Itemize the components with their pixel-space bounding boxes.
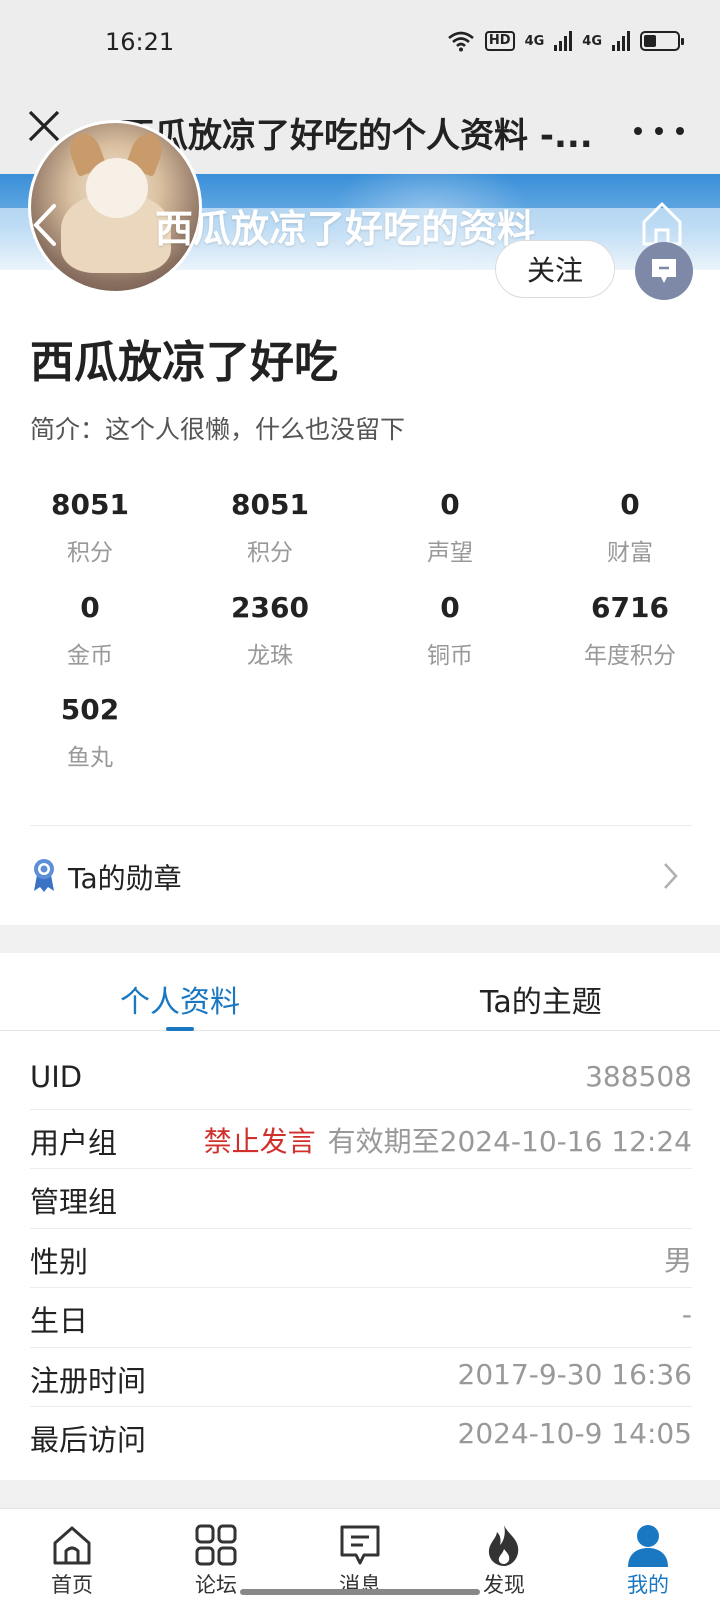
section-gap	[0, 1480, 720, 1508]
status-time: 16:21	[105, 28, 175, 56]
info-row-gender: 性别 男	[30, 1229, 692, 1288]
stat-item: 6716 年度积分	[540, 588, 720, 670]
message-icon	[340, 1525, 380, 1565]
tab-user-topics[interactable]: Ta的主题	[480, 977, 602, 1021]
bottom-nav: 首页 论坛 消息 发现 我的	[0, 1508, 720, 1600]
dot-icon	[634, 127, 642, 135]
hd-badge: HD	[484, 31, 515, 51]
medal-icon	[34, 859, 54, 892]
info-value: 男	[663, 1243, 692, 1277]
wifi-icon	[448, 31, 474, 52]
home-icon	[53, 1526, 91, 1565]
stat-label: 积分	[67, 540, 113, 566]
info-row-user-group: 用户组 禁止发言 有效期至2024-10-16 12:24	[30, 1110, 692, 1169]
home-indicator[interactable]	[240, 1589, 480, 1595]
stat-label: 金币	[67, 643, 113, 669]
stat-item: 8051 积分	[180, 485, 360, 567]
nav-label: 我的	[627, 1573, 669, 1597]
stat-value: 0	[440, 591, 460, 624]
info-key: UID	[30, 1060, 83, 1094]
medal-label: Ta的勋章	[68, 862, 182, 895]
stat-item: 2360 龙珠	[180, 588, 360, 670]
battery-icon	[640, 31, 684, 51]
stat-label: 铜币	[427, 643, 473, 669]
nav-item-me[interactable]: 我的	[576, 1509, 720, 1600]
nav-item-forum[interactable]: 论坛	[144, 1509, 288, 1600]
info-value: 2024-10-9 14:05	[457, 1417, 693, 1450]
stat-label: 财富	[607, 540, 653, 566]
nav-item-discover[interactable]: 发现	[432, 1509, 576, 1600]
info-row-uid: UID 388508	[30, 1050, 692, 1110]
dot-icon	[676, 127, 684, 135]
medal-row[interactable]: Ta的勋章	[0, 825, 720, 925]
stat-item: 0 金币	[0, 588, 180, 670]
signal-icon	[612, 31, 630, 51]
stat-label: 声望	[427, 540, 473, 566]
info-row-register-time: 注册时间 2017-9-30 16:36	[30, 1348, 693, 1407]
grid-icon	[195, 1524, 237, 1566]
stat-value: 502	[60, 693, 120, 726]
stat-label: 积分	[247, 540, 293, 566]
fire-icon	[488, 1525, 519, 1566]
dot-icon	[655, 127, 663, 135]
banned-status: 禁止发言	[203, 1124, 316, 1158]
stat-value: 8051	[51, 488, 129, 521]
stat-value: 0	[620, 488, 640, 521]
avatar-dog-face	[86, 158, 148, 218]
chat-icon	[652, 259, 676, 283]
page-title: 西瓜放凉了好吃的个人资料 -...	[120, 116, 593, 156]
stat-value: 0	[440, 488, 460, 521]
signal-4g-2: 4G	[582, 33, 602, 49]
info-row-last-visit: 最后访问 2024-10-9 14:05	[30, 1407, 692, 1467]
info-value: 2017-9-30 16:36	[457, 1357, 693, 1391]
nav-item-messages[interactable]: 消息	[288, 1509, 432, 1600]
stat-value: 0	[80, 591, 100, 624]
stat-label: 龙珠	[247, 643, 293, 669]
stat-label: 年度积分	[584, 643, 676, 669]
info-key: 管理组	[30, 1185, 118, 1219]
stat-item: 0 铜币	[360, 588, 540, 670]
back-arrow-icon[interactable]	[26, 200, 66, 250]
stat-value: 6716	[591, 591, 669, 624]
info-key: 性别	[30, 1244, 89, 1279]
info-value: 388508	[585, 1060, 692, 1093]
tab-active-indicator	[166, 1027, 194, 1031]
info-key: 最后访问	[30, 1423, 147, 1457]
info-value: -	[681, 1298, 692, 1331]
status-bar: 16:21 HD 4G 4G	[0, 0, 720, 88]
ban-expiry: 有效期至2024-10-16 12:24	[327, 1124, 692, 1158]
info-value: 禁止发言 有效期至2024-10-16 12:24	[204, 1120, 692, 1160]
home-icon[interactable]	[640, 200, 684, 248]
banner-title: 西瓜放凉了好吃的资料	[155, 207, 536, 251]
stat-item: 0 财富	[540, 485, 720, 567]
stat-item: 0 声望	[360, 485, 540, 567]
chevron-right-icon	[664, 863, 678, 889]
info-row-birthday: 生日 -	[30, 1288, 692, 1348]
bio: 简介：这个人很懒，什么也没留下	[30, 415, 406, 444]
info-list: UID 388508 用户组 禁止发言 有效期至2024-10-16 12:24 …	[30, 1050, 692, 1467]
stat-item: 502 鱼丸	[0, 690, 180, 772]
more-menu-button[interactable]	[634, 116, 684, 146]
nav-item-home[interactable]: 首页	[0, 1509, 144, 1600]
stat-item: 8051 积分	[0, 485, 180, 567]
section-gap	[0, 925, 720, 953]
username: 西瓜放凉了好吃	[30, 337, 338, 388]
info-key: 注册时间	[30, 1363, 147, 1398]
info-row-admin-group: 管理组	[30, 1169, 692, 1229]
status-icons: HD 4G 4G	[447, 30, 684, 52]
info-key: 用户组	[30, 1125, 118, 1160]
stat-value: 2360	[231, 591, 309, 624]
profile-tabs: 个人资料 Ta的主题	[0, 953, 720, 1031]
stat-label: 鱼丸	[67, 745, 113, 771]
info-key: 生日	[30, 1304, 89, 1338]
private-message-button[interactable]	[635, 242, 693, 300]
tab-personal-info[interactable]: 个人资料	[120, 977, 240, 1021]
stat-value: 8051	[231, 488, 309, 521]
user-icon	[628, 1525, 668, 1567]
signal-4g-1: 4G	[524, 33, 545, 49]
follow-button[interactable]: 关注	[495, 240, 615, 298]
nav-label: 首页	[51, 1573, 93, 1597]
signal-icon	[554, 31, 573, 51]
